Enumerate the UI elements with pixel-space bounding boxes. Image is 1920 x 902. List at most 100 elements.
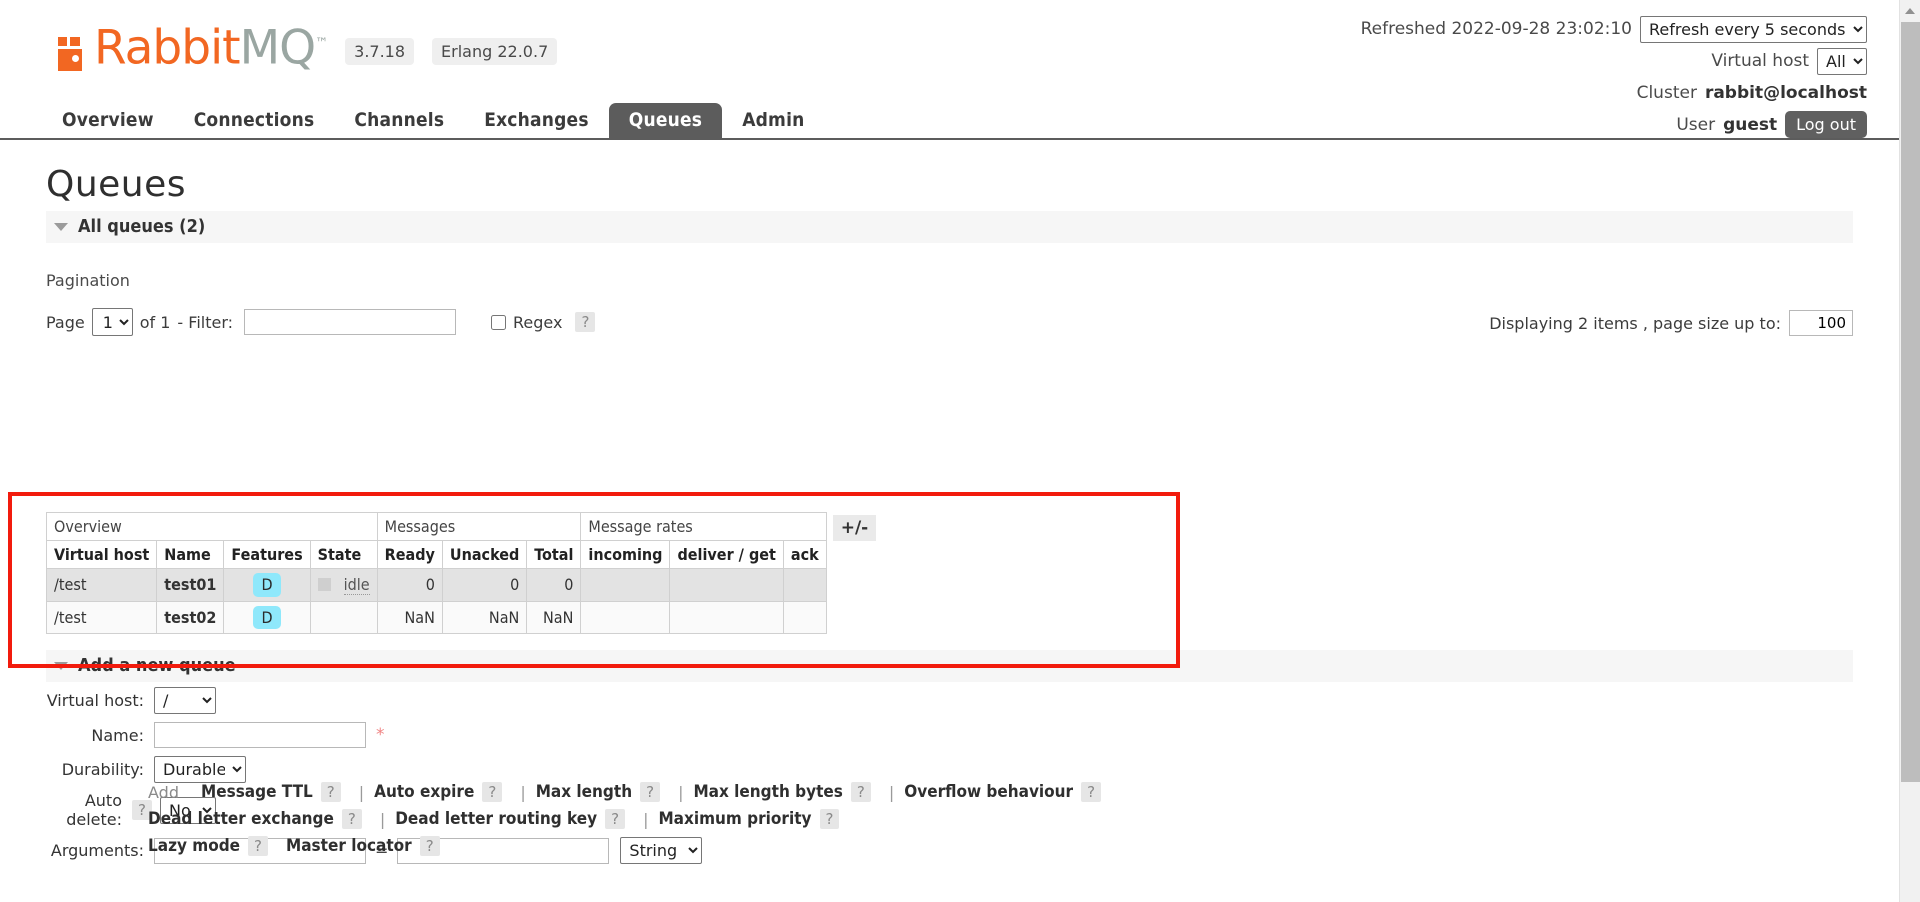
chevron-down-icon[interactable] [54,222,68,231]
column-incoming[interactable]: incoming [580,540,671,569]
vhost-field-label: Virtual host: [46,691,144,710]
chevron-up-icon [1905,8,1915,14]
required-marker: * [376,725,385,745]
queue-name-input[interactable] [154,722,366,748]
maximum-priority-help-icon[interactable]: ? [819,809,840,829]
column-unacked[interactable]: Unacked [441,540,528,569]
tab-connections[interactable]: Connections [174,103,335,138]
cell-total: 0 [526,568,582,602]
erlang-version-badge: Erlang 22.0.7 [432,37,558,65]
preset-separator: | [888,782,895,802]
refresh-interval-select[interactable]: Refresh every 5 seconds [1640,16,1867,43]
page-scrollbar[interactable] [1899,0,1920,902]
preset-max-length-bytes[interactable]: Max length bytes [693,782,842,802]
preset-dead-letter-exchange[interactable]: Dead letter exchange [148,809,334,829]
cell-queue-name[interactable]: test01 [156,568,225,602]
message-ttl-help-icon[interactable]: ? [320,782,341,802]
max-length-bytes-help-icon[interactable]: ? [850,782,871,802]
preset-master-locator[interactable]: Master locator [286,836,412,856]
regex-checkbox[interactable] [491,314,507,330]
dead-letter-routing-key-help-icon[interactable]: ? [605,809,626,829]
table-row[interactable]: /test test02 D NaN NaN NaN [45,600,827,635]
dead-letter-exchange-help-icon[interactable]: ? [341,809,362,829]
auto-expire-help-icon[interactable]: ? [482,782,503,802]
vhost-filter-select[interactable]: All [1817,48,1867,75]
vhost-select[interactable]: / [154,687,216,714]
cell-incoming [580,600,671,635]
table-row[interactable]: /test test01 D idle 0 0 0 [45,568,827,602]
scrollbar-up-button[interactable] [1900,0,1920,21]
column-features[interactable]: Features [223,540,311,569]
page-size-input[interactable] [1789,310,1853,336]
column-state[interactable]: State [309,540,378,569]
preset-lazy-mode[interactable]: Lazy mode [148,836,240,856]
overflow-behaviour-help-icon[interactable]: ? [1081,782,1102,802]
column-ack[interactable]: ack [782,540,827,569]
column-ready[interactable]: Ready [376,540,443,569]
cell-ready: NaN [376,600,443,635]
cluster-label: Cluster [1636,83,1697,103]
queues-table: Overview Messages Message rates Virtual … [45,512,827,635]
tab-channels[interactable]: Channels [334,103,464,138]
tab-admin[interactable]: Admin [722,103,824,138]
preset-separator: | [678,782,684,802]
page-total-label: of 1 [139,312,171,332]
column-virtual-host[interactable]: Virtual host [45,540,158,569]
scrollbar-thumb[interactable] [1901,22,1920,782]
page-title: Queues [46,164,187,205]
form-row-name: Name: * [46,722,702,748]
page-root: RabbitMQ™ 3.7.18 Erlang 22.0.7 Refreshed… [0,0,1899,902]
tab-exchanges[interactable]: Exchanges [464,103,609,138]
column-deliver-get[interactable]: deliver / get [669,540,784,569]
brand-name-part2: MQ [239,20,317,76]
table-group-header-row: Overview Messages Message rates [46,512,827,541]
preset-overflow-behaviour[interactable]: Overflow behaviour [904,782,1073,802]
regex-label: Regex [513,312,563,332]
preset-line-3: Lazy mode ? Master locator ? [148,836,1109,856]
state-label: idle [343,574,370,595]
tab-overview[interactable]: Overview [42,103,174,138]
refreshed-timestamp: Refreshed 2022-09-28 23:02:10 [1360,19,1632,40]
brand-wordmark: RabbitMQ™ [94,22,328,72]
add-queue-section-header[interactable]: Add a new queue [46,650,1853,682]
cell-virtual-host: /test [45,568,158,602]
page-number-select[interactable]: 1 [91,308,133,336]
regex-help-icon[interactable]: ? [575,312,596,332]
preset-separator: | [379,809,386,829]
max-length-help-icon[interactable]: ? [640,782,661,802]
form-row-durability: Durability: Durable [46,756,702,783]
name-field-label: Name: [91,725,144,745]
tab-queues[interactable]: Queues [608,103,723,138]
cell-queue-name[interactable]: test02 [156,600,225,635]
preset-line-1: Add Message TTL ? | Auto expire ? | Max … [148,782,1109,802]
preset-message-ttl[interactable]: Message TTL [201,782,313,802]
form-row-virtual-host: Virtual host: / [46,687,702,714]
cell-ready: 0 [376,568,443,602]
preset-separator: | [520,782,526,802]
preset-maximum-priority[interactable]: Maximum priority [658,809,811,829]
page-label: Page [46,312,85,332]
rabbitmq-logo-icon [58,27,91,71]
durability-select[interactable]: Durable [154,756,246,783]
lazy-mode-help-icon[interactable]: ? [248,836,268,856]
master-locator-help-icon[interactable]: ? [419,836,440,856]
group-header-message-rates: Message rates [580,512,827,541]
chevron-down-icon[interactable] [54,661,68,670]
brand-logo[interactable]: RabbitMQ™ 3.7.18 Erlang 22.0.7 [58,22,558,72]
all-queues-label: All queues (2) [78,216,206,237]
preset-max-length[interactable]: Max length [536,782,632,802]
all-queues-section-header[interactable]: All queues (2) [46,211,1853,243]
filter-input[interactable] [244,309,457,335]
preset-auto-expire[interactable]: Auto expire [374,782,474,802]
brand-name-part1: Rabbit [94,20,241,76]
cell-state [309,600,378,635]
column-total[interactable]: Total [526,540,582,569]
cell-features: D [223,568,311,602]
group-header-overview: Overview [46,512,378,541]
column-name[interactable]: Name [156,540,225,569]
add-queue-label: Add a new queue [78,655,236,676]
cell-incoming [580,568,671,602]
toggle-columns-button[interactable]: +/- [832,515,877,541]
cell-unacked: NaN [441,600,528,635]
preset-dead-letter-routing-key[interactable]: Dead letter routing key [395,809,597,829]
